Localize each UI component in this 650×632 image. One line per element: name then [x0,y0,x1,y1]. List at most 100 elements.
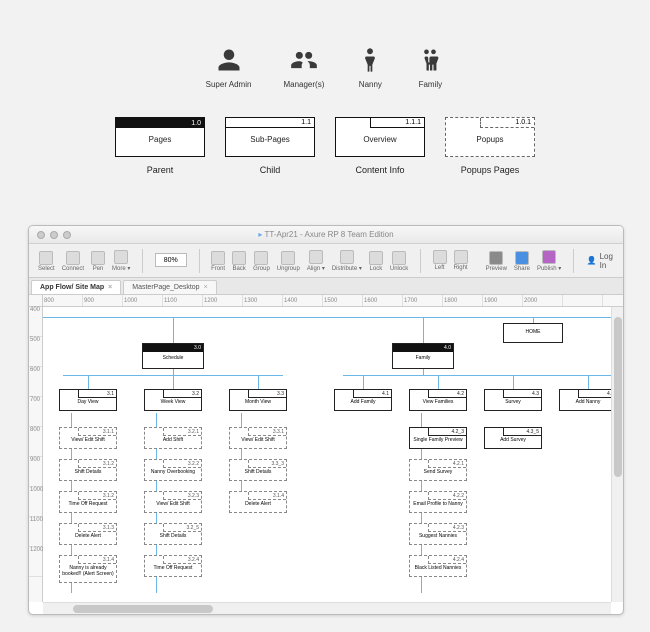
legend-body: Overview [363,135,396,144]
legend-caption: Parent [147,165,174,175]
node-314del[interactable]: 3.1.4Delete Alert [229,491,287,513]
nanny-icon [356,46,384,74]
select-tool[interactable]: Select [35,250,58,273]
node-addnanny[interactable]: 4.4Add Nanny [559,389,617,411]
scrollbar-thumb[interactable] [73,605,213,613]
node-311[interactable]: 3.1.1View/ Edit Shift [59,427,117,449]
more-tool[interactable]: More ▾ [109,249,133,273]
unlock-tool[interactable]: Unlock [387,250,411,273]
user-icon [215,46,243,74]
canvas[interactable]: HOME 3.0Schedule 4.0Family 3.1Day View 3… [43,307,623,602]
scrollbar-vertical[interactable] [611,307,623,602]
share-tool[interactable]: Share [511,250,533,273]
node-422[interactable]: 4.2.2Email Profile to Nanny [409,491,467,513]
node-325[interactable]: 3.2_5Shift Details [144,523,202,545]
node-dayview[interactable]: 3.1Day View [59,389,117,411]
node-weekview[interactable]: 3.2Week View [144,389,202,411]
role-label: Super Admin [206,80,252,89]
node-323[interactable]: 3.2.3View/ Edit Shift [144,491,202,513]
node-333[interactable]: 3.3_3Shift Details [229,459,287,481]
node-322[interactable]: 3.2.2Nanny Overbooking [144,459,202,481]
roles-legend: Super Admin Manager(s) Nanny Family [0,0,650,89]
node-324[interactable]: 3.2.4Time Off Request [144,555,202,577]
node-viewfamilies[interactable]: 4.2View Families [409,389,467,411]
role-label: Nanny [359,80,382,89]
zoom-tool[interactable] [152,252,190,269]
node-survey[interactable]: 4.3Survey [484,389,542,411]
scrollbar-horizontal[interactable] [43,602,611,614]
legend-content: 1.1.1 Overview Content Info [335,117,425,175]
legend-body: Popups [476,135,503,144]
legend-num: 1.1 [226,118,314,128]
role-family: Family [416,46,444,89]
node-321[interactable]: 3.2.1Add Shift [144,427,202,449]
tab-masterpage[interactable]: MasterPage_Desktop× [123,280,216,294]
pen-tool[interactable]: Pen [88,250,108,273]
lock-tool[interactable]: Lock [366,250,386,273]
node-313[interactable]: 3.1.3Delete Alert [59,523,117,545]
user-icon: 👤 [587,256,597,265]
legend-box-content: 1.1.1 Overview [335,117,425,157]
legend-body: Pages [149,135,172,144]
role-nanny: Nanny [356,46,384,89]
node-421[interactable]: 4.2.1Send Survey [409,459,467,481]
titlebar: ▸ TT-Apr21 - Axure RP 8 Team Edition [29,226,623,244]
legend-num: 1.0 [116,118,204,128]
tabs: App Flow/ Site Map× MasterPage_Desktop× [29,278,623,295]
node-423b[interactable]: 4.2.3Suggest Nannies [409,523,467,545]
front-tool[interactable]: Front [208,250,228,273]
zoom-input[interactable] [155,253,187,267]
group-icon [290,46,318,74]
node-312b[interactable]: 3.1.2Time Off Request [59,491,117,513]
role-managers: Manager(s) [283,46,324,89]
right-tool[interactable]: Right [451,249,471,272]
back-tool[interactable]: Back [229,250,249,273]
legend-num: 1.1.1 [370,118,424,128]
legend-parent: 1.0 Pages Parent [115,117,205,175]
legend-box-parent: 1.0 Pages [115,117,205,157]
node-424[interactable]: 4.2.4Black Listed Nannies [409,555,467,577]
node-314b[interactable]: 3.1.4Nanny is already booked!! (Alert Sc… [59,555,117,583]
node-312a[interactable]: 3.1.2Shift Details [59,459,117,481]
preview-tool[interactable]: Preview [483,250,510,273]
connect-tool[interactable]: Connect [59,250,87,273]
node-423[interactable]: 4.2_3Single Family Preview [409,427,467,449]
axure-window: ▸ TT-Apr21 - Axure RP 8 Team Edition Sel… [28,225,624,615]
legend-caption: Content Info [355,165,404,175]
legend-popups: 1.0.1 Popups Popups Pages [445,117,535,175]
legend-box-popup: 1.0.1 Popups [445,117,535,157]
left-tool[interactable]: Left [430,249,450,272]
node-family[interactable]: 4.0Family [392,343,454,369]
family-icon [416,46,444,74]
legend-num: 1.0.1 [480,118,534,128]
ungroup-tool[interactable]: Ungroup [274,250,303,273]
ruler-vertical: 400500600700800900100011001200 [29,307,43,602]
node-monthview[interactable]: 3.3Month View [229,389,287,411]
legend-box-child: 1.1 Sub-Pages [225,117,315,157]
role-label: Manager(s) [283,80,324,89]
publish-tool[interactable]: Publish ▾ [534,249,564,273]
toolbar: Select Connect Pen More ▾ Front Back Gro… [29,244,623,278]
node-addfamily[interactable]: 4.1Add Family [334,389,392,411]
tab-appflow[interactable]: App Flow/ Site Map× [31,280,121,294]
node-331[interactable]: 3.3.1View/ Edit Shift [229,427,287,449]
close-icon[interactable]: × [108,284,112,291]
legend-caption: Popups Pages [461,165,520,175]
node-home[interactable]: HOME [503,323,563,343]
role-label: Family [419,80,443,89]
login-button[interactable]: 👤Log In [583,252,617,270]
role-super-admin: Super Admin [206,46,252,89]
group-tool[interactable]: Group [250,250,273,273]
scrollbar-thumb[interactable] [614,317,622,477]
window-title: ▸ TT-Apr21 - Axure RP 8 Team Edition [29,230,623,239]
distribute-tool[interactable]: Distribute ▾ [329,249,365,273]
node-435[interactable]: 4.3_5Add Survey [484,427,542,449]
close-icon[interactable]: × [204,284,208,291]
legend-body: Sub-Pages [250,135,290,144]
ruler-horizontal: 8009001000110012001300140015001600170018… [29,295,623,307]
node-schedule[interactable]: 3.0Schedule [142,343,204,369]
legend-boxes: 1.0 Pages Parent 1.1 Sub-Pages Child 1.1… [0,117,650,175]
legend-caption: Child [260,165,281,175]
align-tool[interactable]: Align ▾ [304,249,328,273]
legend-child: 1.1 Sub-Pages Child [225,117,315,175]
